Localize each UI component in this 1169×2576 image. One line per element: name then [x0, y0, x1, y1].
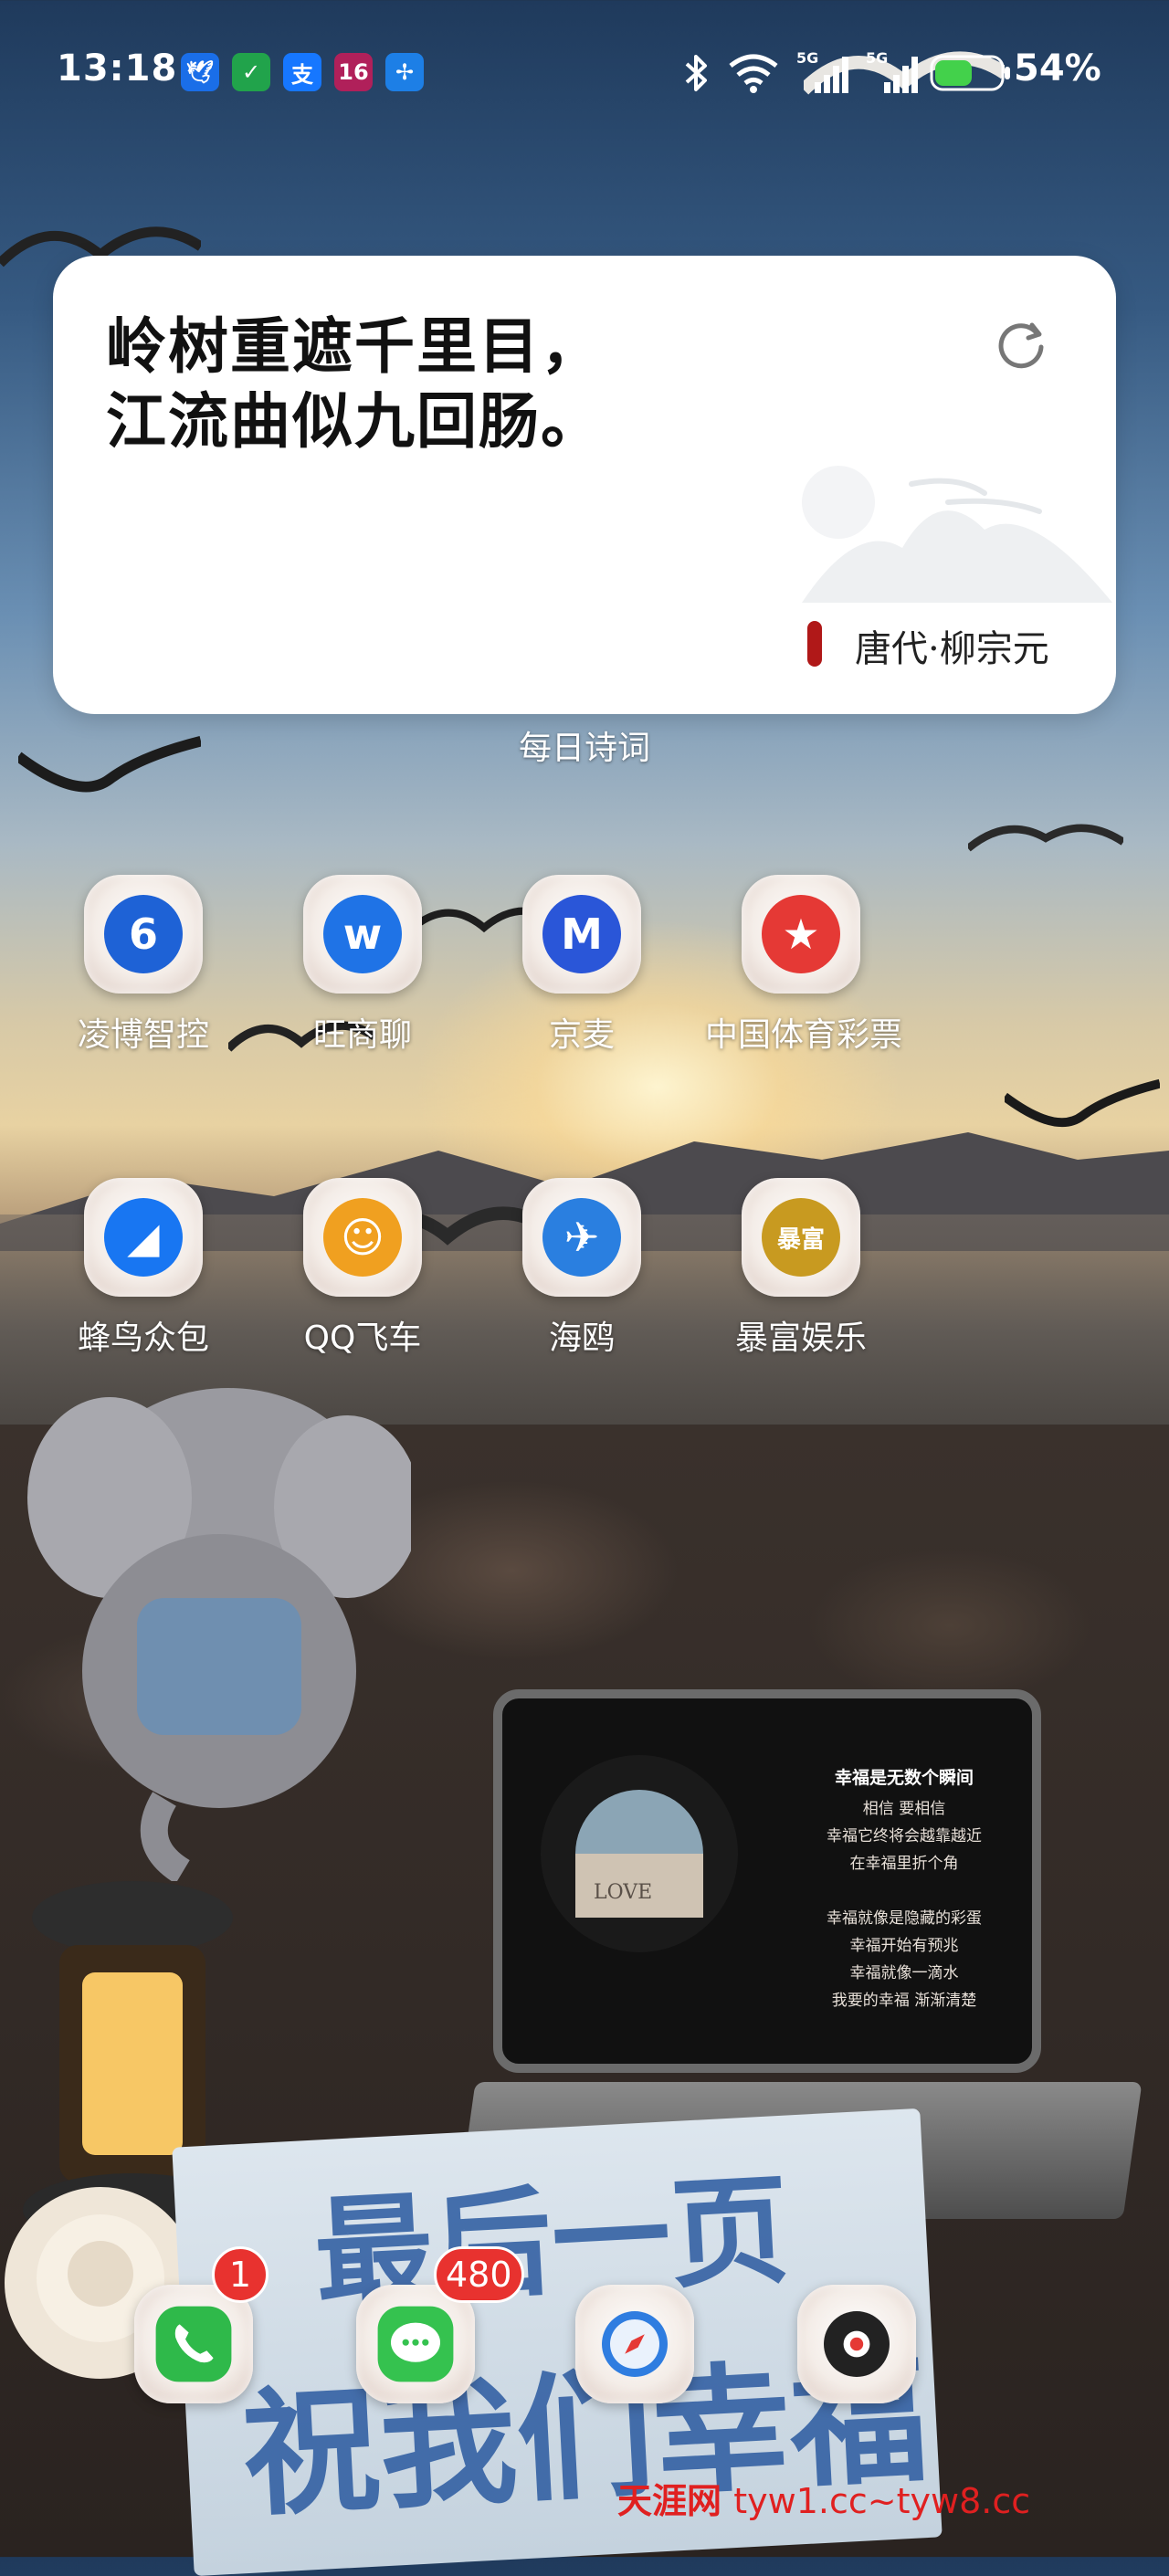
- qq-racer-icon[interactable]: ☺: [303, 1178, 422, 1297]
- tablet-title: 幸福是无数个瞬间: [834, 1768, 974, 1788]
- lyric-line: 在幸福里折个角: [849, 1855, 959, 1873]
- app-lottery-star[interactable]: ★ 中国体育彩票: [705, 875, 903, 1056]
- fengniao-icon-glyph: ◢: [104, 1198, 183, 1277]
- watermark-url: tyw1.cc~tyw8.cc: [733, 2481, 1031, 2521]
- lottery-star-icon[interactable]: ★: [742, 875, 860, 994]
- jingmai-icon-glyph: M: [542, 895, 621, 973]
- app-seagull[interactable]: ✈ 海鸥: [486, 1178, 678, 1359]
- bluetooth-icon: [685, 55, 707, 91]
- author-accent-bar: [807, 621, 822, 667]
- telecom-icon: ✢: [385, 53, 424, 91]
- app-fengniao[interactable]: ◢ 蜂鸟众包: [47, 1178, 239, 1359]
- app-label: 旺商聊: [312, 1016, 412, 1054]
- poem-text: 岭树重遮千里目， 江流曲似九回肠。: [106, 309, 603, 458]
- daily-poem-widget[interactable]: 岭树重遮千里目， 江流曲似九回肠。 唐代·柳宗元: [53, 256, 1116, 714]
- lyric-line: 幸福就像一滴水: [849, 1964, 959, 1982]
- app-label: 凌博智控: [77, 1016, 209, 1054]
- app-jingmai[interactable]: M 京麦: [486, 875, 678, 1056]
- tablet-device: LOVE 幸福是无数个瞬间 相信 要相信 幸福它终将会越靠越近 在幸福里折个角 幸福就…: [493, 1689, 1041, 2073]
- lyric-line: 幸福开始有预兆: [849, 1937, 959, 1955]
- signal-icon: [884, 57, 918, 93]
- record-icon[interactable]: [797, 2285, 916, 2403]
- app-label: QQ飞车: [303, 1320, 422, 1357]
- app-lingbo[interactable]: 6 凌博智控: [47, 875, 239, 1056]
- widget-label: 每日诗词: [518, 730, 650, 767]
- refresh-icon[interactable]: [992, 314, 1050, 373]
- watermark: 天涯网 tyw1.cc~tyw8.cc: [617, 2473, 1030, 2523]
- lottery-star-icon-glyph: ★: [762, 895, 840, 973]
- poem-line-1: 岭树重遮千里目，: [106, 310, 603, 382]
- app-wangshang[interactable]: w 旺商聊: [267, 875, 458, 1056]
- app-qq-racer[interactable]: ☺ QQ飞车: [267, 1178, 458, 1359]
- watermark-cn: 天涯网: [617, 2481, 722, 2521]
- signal-icon: [815, 57, 848, 93]
- battery-percent: 54%: [1014, 47, 1101, 89]
- alipay-icon: 支: [283, 53, 321, 91]
- shield-icon: ✓: [232, 53, 270, 91]
- compass-icon[interactable]: [575, 2285, 694, 2403]
- lyric-line: 幸福就像是隐藏的彩蛋: [827, 1909, 982, 1928]
- seagull-decor: [1005, 1078, 1160, 1128]
- record-love-text: LOVE: [594, 1881, 653, 1904]
- lyric-line: 幸福它终将会越靠越近: [827, 1827, 982, 1845]
- qq-racer-icon-glyph: ☺: [323, 1198, 402, 1277]
- lyric-line: 相信 要相信: [862, 1800, 946, 1818]
- lingbo-icon-glyph: 6: [104, 895, 183, 973]
- seagull-decor: [968, 824, 1123, 852]
- fengniao-icon[interactable]: ◢: [84, 1178, 203, 1297]
- vinyl-record: [541, 1755, 738, 1952]
- seagull-icon-glyph: ✈: [542, 1198, 621, 1277]
- dock-music[interactable]: [761, 2285, 953, 2403]
- bird-app-icon: 🕊: [181, 53, 219, 91]
- wifi-icon: [729, 54, 778, 93]
- baofu-icon[interactable]: 暴富: [742, 1178, 860, 1297]
- app-baofu[interactable]: 暴富 暴富娱乐: [705, 1178, 897, 1359]
- app-label: 暴富娱乐: [734, 1320, 867, 1357]
- elephant-plush: [27, 1388, 411, 1881]
- notification-badge: 480: [434, 2246, 524, 2303]
- lyric-line: 我要的幸福 渐渐清楚: [831, 1992, 977, 2010]
- jingmai-icon[interactable]: M: [522, 875, 641, 994]
- app-16-icon: 16: [334, 53, 373, 91]
- lingbo-icon[interactable]: 6: [84, 875, 203, 994]
- battery-icon: [930, 55, 1010, 91]
- poem-line-2: 江流曲似九回肠。: [106, 385, 603, 457]
- status-time: 13:18: [57, 47, 178, 89]
- app-label: 海鸥: [548, 1320, 615, 1357]
- poem-author: 唐代·柳宗元: [855, 628, 1049, 670]
- ink-mountain-decor: [802, 466, 1112, 603]
- status-bar: 13:18 🕊 ✓ 支 16 ✢ 5G 5G 54%: [0, 0, 1169, 146]
- dock-browser[interactable]: [539, 2285, 731, 2403]
- seagull-icon[interactable]: ✈: [522, 1178, 641, 1297]
- dock-phone[interactable]: [98, 2285, 290, 2403]
- app-label: 蜂鸟众包: [77, 1320, 209, 1357]
- wangshang-icon-glyph: w: [323, 895, 402, 973]
- notification-badge: 1: [212, 2246, 269, 2303]
- baofu-icon-glyph: 暴富: [762, 1198, 840, 1277]
- wangshang-icon[interactable]: w: [303, 875, 422, 994]
- app-label: 京麦: [548, 1016, 615, 1054]
- app-label: 中国体育彩票: [705, 1016, 903, 1054]
